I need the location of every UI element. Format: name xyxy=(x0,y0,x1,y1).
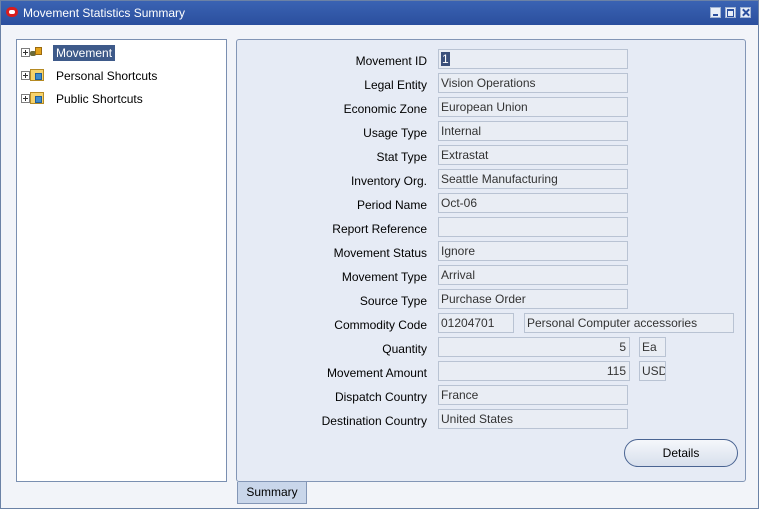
destination-country-label: Destination Country xyxy=(321,414,427,428)
tab-summary[interactable]: Summary xyxy=(237,482,307,504)
economic-zone-field[interactable]: European Union xyxy=(438,97,628,117)
expand-icon[interactable] xyxy=(21,94,30,103)
destination-country-field[interactable]: United States xyxy=(438,409,628,429)
window-title: Movement Statistics Summary xyxy=(23,6,186,20)
title-bar: Movement Statistics Summary xyxy=(1,1,758,25)
quantity-uom-field[interactable]: Ea xyxy=(639,337,666,357)
movement-id-value: 1 xyxy=(441,52,450,66)
movement-icon xyxy=(30,47,42,57)
movement-amount-field[interactable]: 115 xyxy=(438,361,630,381)
usage-type-label: Usage Type xyxy=(363,126,427,140)
commodity-code-label: Commodity Code xyxy=(334,318,427,332)
usage-type-field[interactable]: Internal xyxy=(438,121,628,141)
legal-entity-field[interactable]: Vision Operations xyxy=(438,73,628,93)
oracle-logo-icon xyxy=(6,7,18,17)
commodity-code-field[interactable]: 01204701 xyxy=(438,313,514,333)
dispatch-country-label: Dispatch Country xyxy=(334,390,427,404)
expand-icon[interactable] xyxy=(21,48,30,57)
period-name-field[interactable]: Oct-06 xyxy=(438,193,628,213)
minimize-icon[interactable] xyxy=(710,7,721,18)
movement-type-label: Movement Type xyxy=(341,270,427,284)
legal-entity-label: Legal Entity xyxy=(364,78,427,92)
dispatch-country-field[interactable]: France xyxy=(438,385,628,405)
movement-status-label: Movement Status xyxy=(333,246,427,260)
navigator-tree: Movement Personal Shortcuts Public Short… xyxy=(16,39,227,482)
movement-id-field[interactable]: 1 xyxy=(438,49,628,69)
tree-item-label: Personal Shortcuts xyxy=(56,69,158,83)
report-reference-label: Report Reference xyxy=(332,222,427,236)
movement-type-field[interactable]: Arrival xyxy=(438,265,628,285)
economic-zone-label: Economic Zone xyxy=(343,102,427,116)
source-type-field[interactable]: Purchase Order xyxy=(438,289,628,309)
details-button[interactable]: Details xyxy=(624,439,738,467)
movement-statistics-window: Movement Statistics Summary Movement Per… xyxy=(0,0,759,509)
stat-type-field[interactable]: Extrastat xyxy=(438,145,628,165)
inventory-org-field[interactable]: Seattle Manufacturing xyxy=(438,169,628,189)
close-icon[interactable] xyxy=(740,7,751,18)
source-type-label: Source Type xyxy=(359,294,427,308)
stat-type-label: Stat Type xyxy=(376,150,427,164)
currency-field[interactable]: USD xyxy=(639,361,666,381)
maximize-icon[interactable] xyxy=(725,7,736,18)
commodity-description-field[interactable]: Personal Computer accessories xyxy=(524,313,734,333)
movement-status-field[interactable]: Ignore xyxy=(438,241,628,261)
folder-icon xyxy=(30,92,44,104)
movement-id-label: Movement ID xyxy=(355,54,427,68)
tree-item-label: Public Shortcuts xyxy=(56,92,143,106)
inventory-org-label: Inventory Org. xyxy=(350,174,427,188)
tree-item-label: Movement xyxy=(53,45,116,61)
folder-icon xyxy=(30,69,44,81)
period-name-label: Period Name xyxy=(356,198,427,212)
expand-icon[interactable] xyxy=(21,71,30,80)
quantity-field[interactable]: 5 xyxy=(438,337,630,357)
report-reference-field[interactable] xyxy=(438,217,628,237)
movement-amount-label: Movement Amount xyxy=(326,366,427,380)
quantity-label: Quantity xyxy=(382,342,427,356)
